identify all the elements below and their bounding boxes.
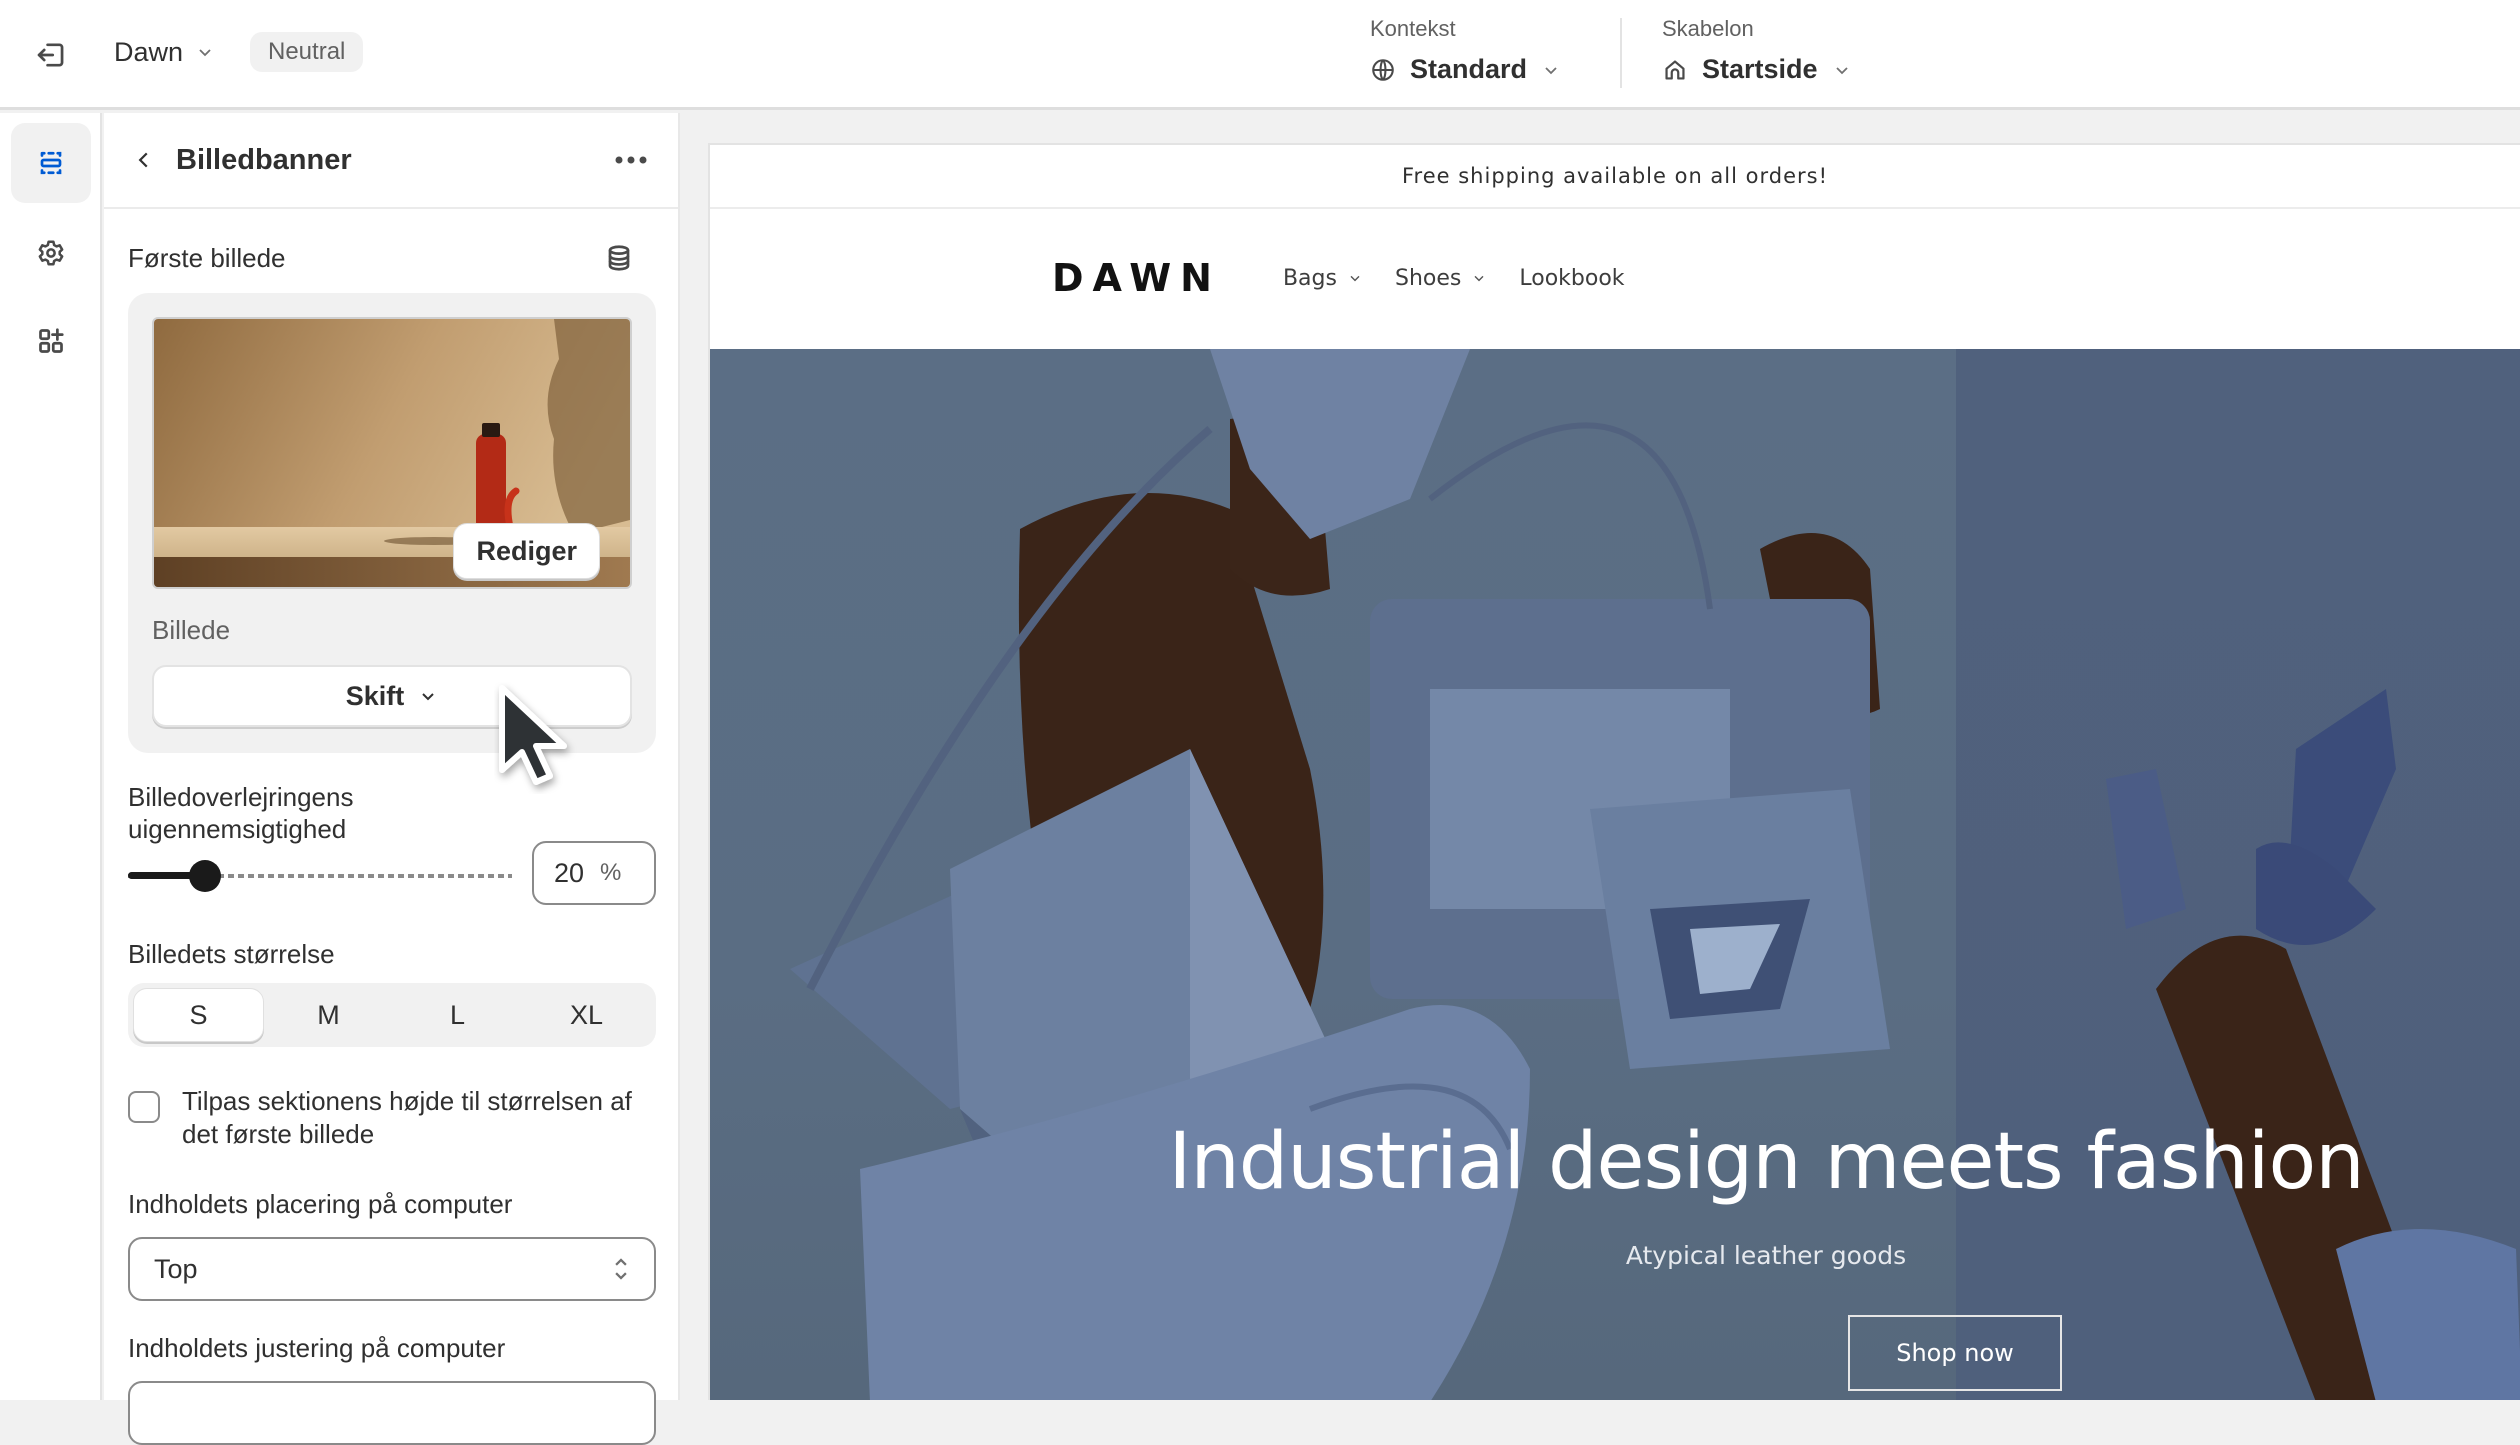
more-actions-button[interactable] [606,140,656,180]
announcement-text: Free shipping available on all orders! [1402,164,1828,188]
chevron-down-icon [1350,275,1360,282]
swap-image-button[interactable]: Skift [152,665,632,727]
chevron-down-icon [1545,66,1557,74]
content-alignment-select[interactable] [128,1381,656,1445]
overlay-opacity-unit: % [600,859,622,886]
panel-title: Billedbanner [176,143,352,176]
template-selector[interactable]: Startside [1662,54,1852,85]
content-alignment-label: Indholdets justering på computer [128,1333,506,1363]
image-thumbnail[interactable]: Rediger [152,317,632,589]
chevron-down-icon [422,693,434,701]
chevron-down-icon [1474,275,1484,282]
overlay-opacity-label-line1: Billedoverlejringens [128,782,354,812]
size-option-l[interactable]: L [393,988,522,1042]
overlay-opacity-label-line2: uigennemsigtighed [128,814,347,844]
image-size-segmented-control: S M L XL [128,983,656,1047]
dynamic-source-button[interactable] [604,243,634,278]
nav-item-shoes[interactable]: Shoes [1395,266,1487,291]
icon-rail [0,113,102,1400]
theme-name: Dawn [114,36,184,67]
nav-item-lookbook[interactable]: Lookbook [1519,266,1624,291]
context-selector[interactable]: Standard [1370,54,1561,85]
sections-icon [40,151,62,175]
overlay-opacity-label: Billedoverlejringens uigennemsigtighed [128,781,353,845]
image-sublabel: Billede [152,615,231,645]
size-option-xl[interactable]: XL [522,988,651,1042]
gear-icon [38,240,64,266]
rail-settings-button[interactable] [11,213,91,293]
chevron-down-icon [199,49,211,57]
theme-selector[interactable]: Dawn [114,30,215,74]
swap-image-label: Skift [345,680,405,711]
select-arrows-icon [615,1258,627,1280]
nav-label: Shoes [1394,265,1462,291]
announcement-bar: Free shipping available on all orders! [710,145,2520,209]
context-value: Standard [1410,54,1528,84]
fit-height-label: Tilpas sektionens højde til størrelsen a… [182,1086,632,1149]
image-size-label: Billedets størrelse [128,939,335,969]
overlay-opacity-value: 20 [554,857,585,888]
first-image-label: Første billede [128,243,286,273]
nav-label: Lookbook [1519,265,1625,291]
home-icon [1665,59,1685,80]
content-position-label: Indholdets placering på computer [128,1189,513,1219]
globe-icon [1372,58,1394,81]
template-value: Startside [1702,54,1818,84]
panel-header: Billedbanner [104,113,678,209]
slider-thumb[interactable] [189,860,221,892]
image-picker-card: Rediger Billede Skift [128,293,656,753]
context-label: Kontekst [1370,16,1456,41]
content-position-value: Top [154,1253,198,1284]
fit-height-option[interactable]: Tilpas sektionens højde til størrelsen a… [128,1085,652,1151]
exit-button[interactable] [28,32,74,78]
more-horizontal-icon [615,156,647,164]
chevron-left-icon [138,152,148,168]
nav-item-bags[interactable]: Bags [1283,266,1363,291]
top-bar: Dawn Neutral Kontekst Standard Skabelon … [0,0,2520,110]
image-banner: Industrial design meets fashion Atypical… [710,349,2520,1400]
rail-apps-button[interactable] [11,301,91,381]
store-logo[interactable]: DAWN [1052,256,1221,300]
size-option-s[interactable]: S [133,988,264,1042]
context-selector-group: Kontekst Standard [1370,16,1561,85]
store-header: DAWN Bags Shoes Lookbook [710,209,2520,347]
shop-now-button[interactable]: Shop now [1848,1315,2062,1391]
section-settings-panel: Billedbanner Første billede Rediger Bill… [104,113,680,1445]
content-position-select[interactable]: Top [128,1237,656,1301]
template-label: Skabelon [1662,16,1754,41]
overlay-opacity-slider[interactable] [128,858,512,894]
fit-height-checkbox[interactable] [128,1091,160,1123]
hero-subheading: Atypical leather goods [1625,1241,1907,1270]
size-option-m[interactable]: M [264,988,393,1042]
rail-sections-button[interactable] [11,123,91,203]
hero-heading: Industrial design meets fashion [1168,1117,2364,1207]
edit-image-button[interactable]: Rediger [453,523,600,579]
chevron-down-icon [1835,66,1848,74]
database-icon [608,245,630,271]
exit-icon [37,43,64,67]
apps-add-icon [39,328,64,353]
theme-badge: Neutral [250,32,364,72]
back-button[interactable] [126,142,162,178]
storefront-preview: Free shipping available on all orders! D… [708,143,2520,1400]
divider [1620,18,1622,88]
nav-label: Bags [1282,265,1337,291]
overlay-opacity-input[interactable]: 20 % [532,841,656,905]
template-selector-group: Skabelon Startside [1662,16,1852,85]
